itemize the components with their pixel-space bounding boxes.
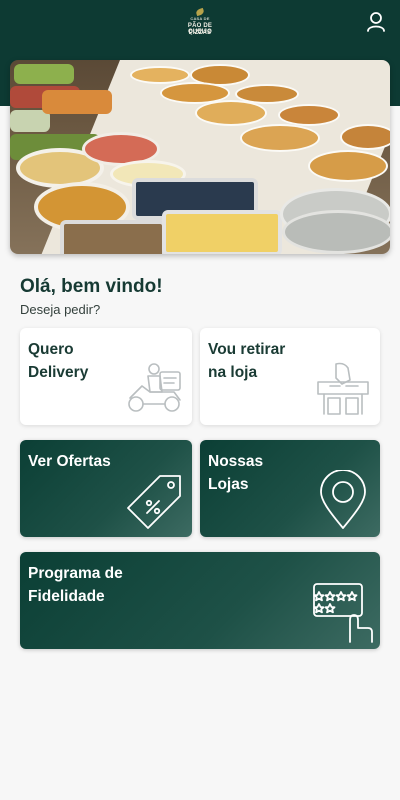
food-tray	[42, 90, 112, 114]
offers-option-card[interactable]: Ver Ofertas	[20, 440, 192, 537]
loyalty-card-icon	[313, 583, 373, 643]
loyalty-option-label: Programa de Fidelidade	[28, 565, 123, 605]
stores-option-card[interactable]: Nossas Lojas	[200, 440, 380, 537]
pastry-plate	[130, 66, 190, 84]
logo-line-3: PIZZAS	[188, 30, 212, 36]
loyalty-option-card[interactable]: Programa de Fidelidade	[20, 552, 380, 649]
food-tray	[14, 64, 74, 84]
logo-line-1: CASA DE	[190, 16, 210, 21]
delivery-scooter-icon	[128, 363, 181, 412]
pickup-option-card[interactable]: Vou retirar na loja	[200, 328, 380, 425]
pastry-plate	[240, 124, 320, 152]
offers-option-label: Ver Ofertas	[28, 453, 111, 470]
brand-logo: CASA DE PÃO DE QUEIJO PIZZAS	[181, 7, 219, 40]
pickup-option-label: Vou retirar na loja	[208, 341, 286, 381]
hero-food-image	[10, 60, 390, 254]
food-tray	[10, 110, 50, 132]
pastry-plate	[195, 100, 267, 126]
pastry-plate	[308, 150, 388, 182]
discount-tag-icon	[127, 475, 181, 529]
stacked-plates	[282, 210, 390, 254]
store-pickup-icon	[317, 362, 369, 415]
stores-option-label: Nossas Lojas	[208, 453, 264, 493]
food-tray	[60, 220, 166, 254]
leaf-icon	[195, 7, 205, 17]
user-icon	[367, 12, 385, 32]
pastry-plate	[278, 104, 340, 126]
pastry-plate	[340, 124, 390, 150]
welcome-subtitle: Deseja pedir?	[20, 302, 101, 317]
welcome-title: Olá, bem vindo!	[20, 276, 163, 297]
delivery-option-card[interactable]: Quero Delivery	[20, 328, 192, 425]
map-pin-icon	[320, 470, 366, 529]
delivery-option-label: Quero Delivery	[28, 341, 89, 381]
profile-button[interactable]	[363, 9, 389, 35]
food-tray	[162, 210, 282, 254]
